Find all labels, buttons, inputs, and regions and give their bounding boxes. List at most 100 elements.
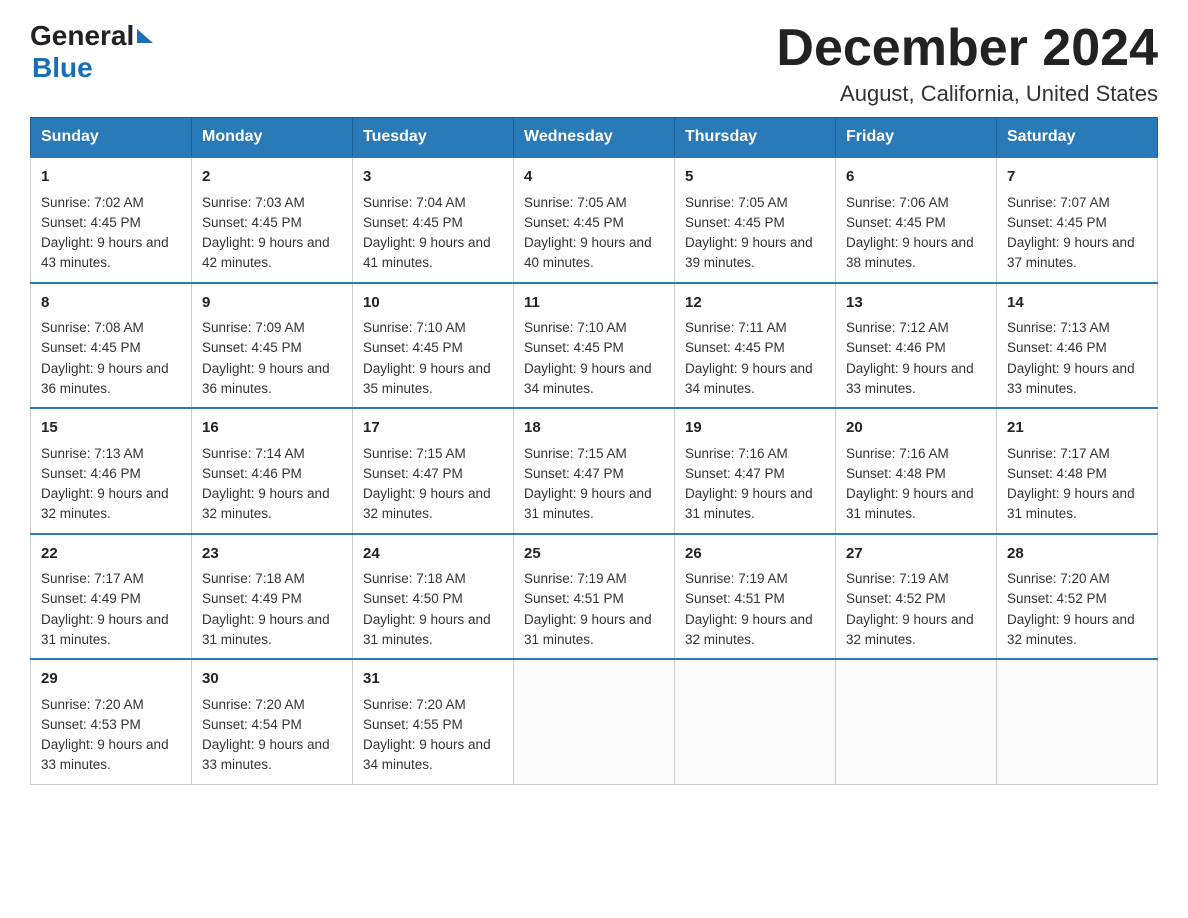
day-number: 22 (41, 543, 181, 566)
calendar-cell: 24 Sunrise: 7:18 AM Sunset: 4:50 PM Dayl… (353, 534, 514, 660)
sunrise-text: Sunrise: 7:19 AM (685, 571, 788, 586)
calendar-cell (836, 659, 997, 784)
calendar-cell: 11 Sunrise: 7:10 AM Sunset: 4:45 PM Dayl… (514, 283, 675, 409)
day-number: 17 (363, 417, 503, 440)
sunrise-text: Sunrise: 7:04 AM (363, 195, 466, 210)
sunset-text: Sunset: 4:45 PM (363, 215, 463, 230)
calendar-cell: 16 Sunrise: 7:14 AM Sunset: 4:46 PM Dayl… (192, 408, 353, 534)
calendar-cell: 14 Sunrise: 7:13 AM Sunset: 4:46 PM Dayl… (997, 283, 1158, 409)
sunset-text: Sunset: 4:46 PM (202, 466, 302, 481)
sunset-text: Sunset: 4:45 PM (524, 340, 624, 355)
calendar-cell: 5 Sunrise: 7:05 AM Sunset: 4:45 PM Dayli… (675, 157, 836, 283)
sunset-text: Sunset: 4:52 PM (1007, 591, 1107, 606)
sunset-text: Sunset: 4:49 PM (41, 591, 141, 606)
calendar-cell: 31 Sunrise: 7:20 AM Sunset: 4:55 PM Dayl… (353, 659, 514, 784)
title-section: December 2024 August, California, United… (776, 20, 1158, 107)
day-number: 4 (524, 166, 664, 189)
calendar-header-monday: Monday (192, 118, 353, 158)
calendar-cell (997, 659, 1158, 784)
calendar-cell: 2 Sunrise: 7:03 AM Sunset: 4:45 PM Dayli… (192, 157, 353, 283)
day-number: 8 (41, 292, 181, 315)
day-number: 26 (685, 543, 825, 566)
day-number: 5 (685, 166, 825, 189)
daylight-text: Daylight: 9 hours and 33 minutes. (202, 737, 330, 772)
daylight-text: Daylight: 9 hours and 32 minutes. (41, 486, 169, 521)
calendar-cell: 19 Sunrise: 7:16 AM Sunset: 4:47 PM Dayl… (675, 408, 836, 534)
calendar-header-friday: Friday (836, 118, 997, 158)
daylight-text: Daylight: 9 hours and 36 minutes. (202, 361, 330, 396)
calendar-cell (514, 659, 675, 784)
sunset-text: Sunset: 4:47 PM (524, 466, 624, 481)
sunrise-text: Sunrise: 7:06 AM (846, 195, 949, 210)
day-number: 29 (41, 668, 181, 691)
sunrise-text: Sunrise: 7:16 AM (846, 446, 949, 461)
calendar-header-sunday: Sunday (31, 118, 192, 158)
calendar-cell: 28 Sunrise: 7:20 AM Sunset: 4:52 PM Dayl… (997, 534, 1158, 660)
sunset-text: Sunset: 4:54 PM (202, 717, 302, 732)
day-number: 18 (524, 417, 664, 440)
day-number: 19 (685, 417, 825, 440)
calendar-week-row: 1 Sunrise: 7:02 AM Sunset: 4:45 PM Dayli… (31, 157, 1158, 283)
day-number: 15 (41, 417, 181, 440)
calendar-cell: 27 Sunrise: 7:19 AM Sunset: 4:52 PM Dayl… (836, 534, 997, 660)
daylight-text: Daylight: 9 hours and 41 minutes. (363, 235, 491, 270)
sunset-text: Sunset: 4:45 PM (1007, 215, 1107, 230)
calendar-cell: 21 Sunrise: 7:17 AM Sunset: 4:48 PM Dayl… (997, 408, 1158, 534)
calendar-cell: 30 Sunrise: 7:20 AM Sunset: 4:54 PM Dayl… (192, 659, 353, 784)
daylight-text: Daylight: 9 hours and 31 minutes. (524, 612, 652, 647)
sunrise-text: Sunrise: 7:09 AM (202, 320, 305, 335)
sunrise-text: Sunrise: 7:14 AM (202, 446, 305, 461)
daylight-text: Daylight: 9 hours and 32 minutes. (1007, 612, 1135, 647)
sunset-text: Sunset: 4:45 PM (41, 340, 141, 355)
sunset-text: Sunset: 4:46 PM (846, 340, 946, 355)
daylight-text: Daylight: 9 hours and 34 minutes. (363, 737, 491, 772)
daylight-text: Daylight: 9 hours and 32 minutes. (685, 612, 813, 647)
day-number: 14 (1007, 292, 1147, 315)
daylight-text: Daylight: 9 hours and 34 minutes. (685, 361, 813, 396)
calendar-cell: 18 Sunrise: 7:15 AM Sunset: 4:47 PM Dayl… (514, 408, 675, 534)
calendar-cell: 29 Sunrise: 7:20 AM Sunset: 4:53 PM Dayl… (31, 659, 192, 784)
calendar-header-thursday: Thursday (675, 118, 836, 158)
day-number: 10 (363, 292, 503, 315)
daylight-text: Daylight: 9 hours and 31 minutes. (685, 486, 813, 521)
calendar-week-row: 22 Sunrise: 7:17 AM Sunset: 4:49 PM Dayl… (31, 534, 1158, 660)
daylight-text: Daylight: 9 hours and 39 minutes. (685, 235, 813, 270)
sunset-text: Sunset: 4:45 PM (202, 340, 302, 355)
sunset-text: Sunset: 4:45 PM (363, 340, 463, 355)
sunrise-text: Sunrise: 7:11 AM (685, 320, 787, 335)
day-number: 6 (846, 166, 986, 189)
sunrise-text: Sunrise: 7:13 AM (41, 446, 144, 461)
calendar-cell: 4 Sunrise: 7:05 AM Sunset: 4:45 PM Dayli… (514, 157, 675, 283)
day-number: 25 (524, 543, 664, 566)
sunrise-text: Sunrise: 7:03 AM (202, 195, 305, 210)
daylight-text: Daylight: 9 hours and 32 minutes. (846, 612, 974, 647)
calendar-header-tuesday: Tuesday (353, 118, 514, 158)
main-title: December 2024 (776, 20, 1158, 77)
sunrise-text: Sunrise: 7:05 AM (685, 195, 788, 210)
sunrise-text: Sunrise: 7:10 AM (363, 320, 466, 335)
calendar-header-saturday: Saturday (997, 118, 1158, 158)
sunrise-text: Sunrise: 7:15 AM (363, 446, 466, 461)
daylight-text: Daylight: 9 hours and 34 minutes. (524, 361, 652, 396)
daylight-text: Daylight: 9 hours and 31 minutes. (1007, 486, 1135, 521)
page-header: General Blue December 2024 August, Calif… (30, 20, 1158, 107)
day-number: 13 (846, 292, 986, 315)
sunrise-text: Sunrise: 7:05 AM (524, 195, 627, 210)
sunset-text: Sunset: 4:48 PM (846, 466, 946, 481)
daylight-text: Daylight: 9 hours and 31 minutes. (524, 486, 652, 521)
calendar-cell: 22 Sunrise: 7:17 AM Sunset: 4:49 PM Dayl… (31, 534, 192, 660)
sunset-text: Sunset: 4:46 PM (41, 466, 141, 481)
calendar-cell (675, 659, 836, 784)
sunrise-text: Sunrise: 7:15 AM (524, 446, 627, 461)
calendar-cell: 7 Sunrise: 7:07 AM Sunset: 4:45 PM Dayli… (997, 157, 1158, 283)
daylight-text: Daylight: 9 hours and 36 minutes. (41, 361, 169, 396)
sunrise-text: Sunrise: 7:18 AM (202, 571, 305, 586)
sunrise-text: Sunrise: 7:12 AM (846, 320, 949, 335)
sunrise-text: Sunrise: 7:17 AM (41, 571, 144, 586)
calendar-cell: 1 Sunrise: 7:02 AM Sunset: 4:45 PM Dayli… (31, 157, 192, 283)
calendar-cell: 6 Sunrise: 7:06 AM Sunset: 4:45 PM Dayli… (836, 157, 997, 283)
calendar-table: SundayMondayTuesdayWednesdayThursdayFrid… (30, 117, 1158, 785)
sunset-text: Sunset: 4:47 PM (363, 466, 463, 481)
sunrise-text: Sunrise: 7:17 AM (1007, 446, 1110, 461)
calendar-cell: 17 Sunrise: 7:15 AM Sunset: 4:47 PM Dayl… (353, 408, 514, 534)
